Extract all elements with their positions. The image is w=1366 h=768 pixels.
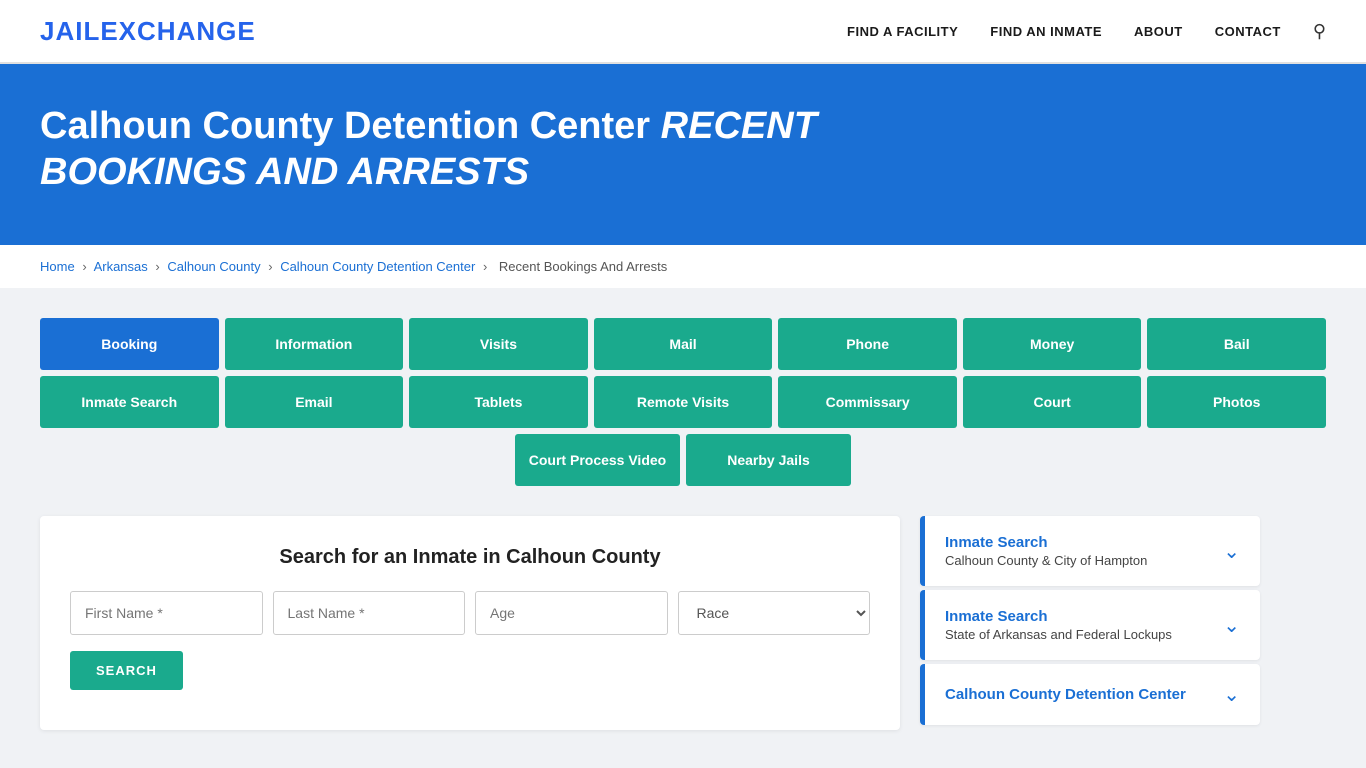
hero-section: Calhoun County Detention Center RECENT B… <box>0 64 1366 245</box>
nav-links: FIND A FACILITY FIND AN INMATE ABOUT CON… <box>847 21 1326 42</box>
search-box: Search for an Inmate in Calhoun County R… <box>40 516 900 730</box>
sidebar-item-title-1: Inmate Search <box>945 534 1147 551</box>
category-buttons: Booking Information Visits Mail Phone Mo… <box>40 318 1326 486</box>
buttons-row-2: Inmate Search Email Tablets Remote Visit… <box>40 376 1326 428</box>
booking-button[interactable]: Booking <box>40 318 219 370</box>
commissary-button[interactable]: Commissary <box>778 376 957 428</box>
tablets-button[interactable]: Tablets <box>409 376 588 428</box>
search-button[interactable]: SEARCH <box>70 651 183 690</box>
search-fields: Race White Black Hispanic Asian Other <box>70 591 870 635</box>
find-inmate-link[interactable]: FIND AN INMATE <box>990 24 1102 39</box>
chevron-down-icon-3: ⌄ <box>1223 682 1240 707</box>
court-process-video-button[interactable]: Court Process Video <box>515 434 680 486</box>
sidebar-item-inmate-search-local[interactable]: Inmate Search Calhoun County & City of H… <box>920 516 1260 586</box>
money-button[interactable]: Money <box>963 318 1142 370</box>
phone-button[interactable]: Phone <box>778 318 957 370</box>
mail-button[interactable]: Mail <box>594 318 773 370</box>
find-facility-link[interactable]: FIND A FACILITY <box>847 24 958 39</box>
content-area: Booking Information Visits Mail Phone Mo… <box>0 288 1366 760</box>
visits-button[interactable]: Visits <box>409 318 588 370</box>
age-input[interactable] <box>475 591 668 635</box>
search-icon[interactable]: ⚲ <box>1313 21 1326 42</box>
sidebar-item-title-2: Inmate Search <box>945 608 1172 625</box>
nearby-jails-button[interactable]: Nearby Jails <box>686 434 851 486</box>
sidebar-item-detention-center[interactable]: Calhoun County Detention Center ⌄ <box>920 664 1260 725</box>
information-button[interactable]: Information <box>225 318 404 370</box>
page-title: Calhoun County Detention Center RECENT B… <box>40 104 940 195</box>
first-name-input[interactable] <box>70 591 263 635</box>
chevron-down-icon-2: ⌄ <box>1223 613 1240 638</box>
breadcrumb-arkansas[interactable]: Arkansas <box>94 259 148 274</box>
search-title: Search for an Inmate in Calhoun County <box>70 546 870 569</box>
email-button[interactable]: Email <box>225 376 404 428</box>
logo[interactable]: JAILEXCHANGE <box>40 16 256 47</box>
sidebar-item-sub-2: State of Arkansas and Federal Lockups <box>945 627 1172 642</box>
breadcrumb-current: Recent Bookings And Arrests <box>499 259 667 274</box>
breadcrumb-calhoun-county[interactable]: Calhoun County <box>167 259 260 274</box>
logo-jail: JAIL <box>40 16 100 46</box>
logo-exchange: EXCHANGE <box>100 16 255 46</box>
buttons-row-3: Court Process Video Nearby Jails <box>40 434 1326 486</box>
breadcrumb-detention-center[interactable]: Calhoun County Detention Center <box>280 259 475 274</box>
court-button[interactable]: Court <box>963 376 1142 428</box>
contact-link[interactable]: CONTACT <box>1215 24 1281 39</box>
remote-visits-button[interactable]: Remote Visits <box>594 376 773 428</box>
about-link[interactable]: ABOUT <box>1134 24 1183 39</box>
bail-button[interactable]: Bail <box>1147 318 1326 370</box>
chevron-down-icon-1: ⌄ <box>1223 539 1240 564</box>
race-select[interactable]: Race White Black Hispanic Asian Other <box>678 591 871 635</box>
sidebar-item-inmate-search-state[interactable]: Inmate Search State of Arkansas and Fede… <box>920 590 1260 660</box>
inmate-search-button[interactable]: Inmate Search <box>40 376 219 428</box>
buttons-row-1: Booking Information Visits Mail Phone Mo… <box>40 318 1326 370</box>
photos-button[interactable]: Photos <box>1147 376 1326 428</box>
navigation: JAILEXCHANGE FIND A FACILITY FIND AN INM… <box>0 0 1366 64</box>
sidebar-item-sub-1: Calhoun County & City of Hampton <box>945 553 1147 568</box>
sidebar-item-title-3: Calhoun County Detention Center <box>945 686 1186 703</box>
main-columns: Search for an Inmate in Calhoun County R… <box>40 516 1326 730</box>
last-name-input[interactable] <box>273 591 466 635</box>
breadcrumb-home[interactable]: Home <box>40 259 75 274</box>
sidebar: Inmate Search Calhoun County & City of H… <box>920 516 1260 729</box>
breadcrumb: Home › Arkansas › Calhoun County › Calho… <box>0 245 1366 288</box>
